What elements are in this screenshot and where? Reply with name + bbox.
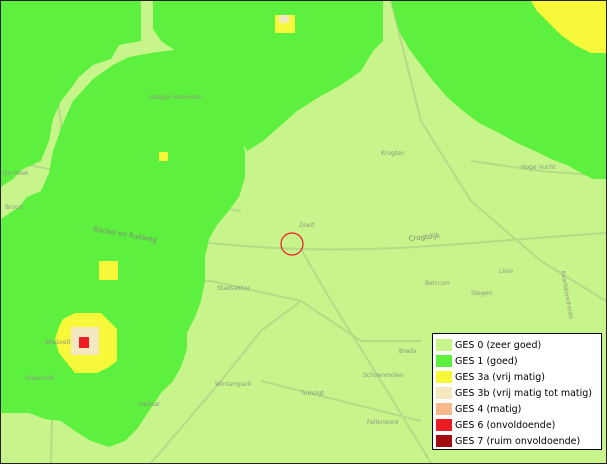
legend-label: GES 1 (goed) — [455, 355, 518, 367]
place-label: Hoge Vucht — [521, 164, 556, 171]
place-label: Brood — [5, 204, 23, 211]
map-frame[interactable]: Haagse Beemden Krogten Hoge Vucht Backel… — [0, 0, 607, 464]
legend-item: GES 1 (goed) — [436, 353, 601, 369]
legend-swatch — [436, 403, 452, 415]
legend-item: GES 3a (vrij matig) — [436, 369, 601, 385]
place-label: Wintampark — [215, 381, 252, 388]
legend-label: GES 3b (vrij matig tot matig) — [455, 387, 592, 399]
place-label: Vlaarveld — [25, 375, 54, 382]
place-label: Breda — [399, 348, 417, 355]
legend-item: GES 0 (zeer goed) — [436, 337, 601, 353]
legend-label: GES 7 (ruim onvoldoende) — [455, 435, 581, 447]
ges3a-patch-west — [99, 261, 118, 280]
ges6-hotspot — [79, 337, 89, 348]
place-label: Tuinzigt — [300, 390, 325, 397]
legend-swatch — [436, 387, 452, 399]
legend-item: GES 3b (vrij matig tot matig) — [436, 385, 601, 401]
ges3b-patch-north — [279, 15, 289, 23]
legend-label: GES 4 (matig) — [455, 403, 522, 415]
legend-label: GES 3a (vrij matig) — [455, 371, 546, 383]
place-label: Heilaar — [139, 401, 161, 408]
map-legend: GES 0 (zeer goed) GES 1 (goed) GES 3a (v… — [432, 333, 602, 450]
place-label: Stegen — [471, 290, 492, 297]
ges3a-patch-small — [159, 152, 168, 161]
legend-swatch — [436, 339, 452, 351]
legend-swatch — [436, 355, 452, 367]
place-label: Stadsakker — [217, 285, 251, 292]
legend-label: GES 6 (onvoldoende) — [455, 419, 556, 431]
legend-label: GES 0 (zeer goed) — [455, 339, 542, 351]
place-label: Zoeit — [299, 222, 315, 229]
legend-swatch — [436, 371, 452, 383]
legend-swatch — [436, 435, 452, 447]
legend-item: GES 6 (onvoldoende) — [436, 417, 601, 433]
place-label: Fellenoord — [367, 419, 398, 426]
legend-item: GES 4 (matig) — [436, 401, 601, 417]
place-label: Belcrum — [425, 280, 450, 287]
place-label: Linie — [499, 268, 513, 275]
place-label: Haagse Beemden — [149, 94, 202, 101]
place-label: Schoenmolen — [363, 372, 404, 379]
legend-item: GES 7 (ruim onvoldoende) — [436, 433, 601, 449]
legend-swatch — [436, 419, 452, 431]
place-label: Krogten — [381, 150, 405, 157]
place-label: De Hoek — [3, 170, 29, 177]
place-label: Wiesvelt — [45, 339, 71, 346]
